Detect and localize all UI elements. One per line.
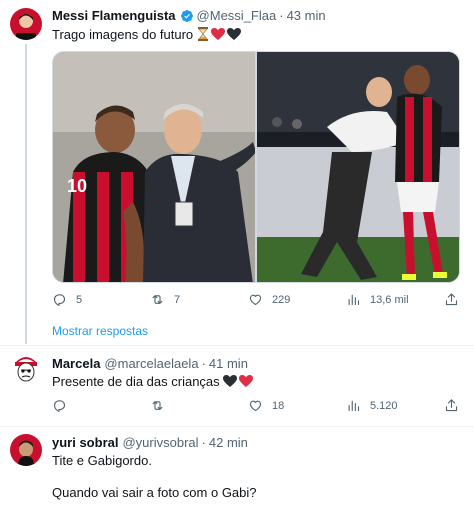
red-heart-emoji bbox=[210, 28, 225, 40]
views-count: 13,6 mil bbox=[370, 293, 409, 306]
share-icon bbox=[445, 399, 458, 412]
verified-badge-icon bbox=[180, 10, 193, 22]
like-icon bbox=[249, 400, 262, 412]
avatar[interactable] bbox=[10, 8, 42, 40]
share-icon bbox=[445, 293, 458, 306]
retweet-button[interactable]: 7 bbox=[150, 292, 180, 307]
timestamp[interactable]: 42 min bbox=[209, 435, 248, 451]
avatar[interactable] bbox=[10, 354, 42, 386]
photo-right-image bbox=[257, 52, 459, 282]
thread-line bbox=[25, 44, 27, 344]
tweet-text: Presente de dia das crianças bbox=[52, 374, 254, 392]
display-name[interactable]: Marcela bbox=[52, 356, 100, 372]
main-tweet[interactable]: Messi Flamenguista @Messi_Flaa · 43 min … bbox=[0, 0, 474, 345]
tweet-text-body: Trago imagens do futuro bbox=[52, 27, 194, 42]
views-count: 5.120 bbox=[370, 399, 398, 412]
tweet-text: Trago imagens do futuro bbox=[52, 27, 241, 45]
views-icon bbox=[348, 400, 360, 412]
reply-tweet[interactable]: Marcela @marcelaelaela · 41 min Presente… bbox=[0, 346, 474, 426]
retweet-icon bbox=[152, 295, 163, 304]
avatar-image bbox=[10, 354, 42, 386]
reply-icon bbox=[53, 400, 66, 412]
timestamp[interactable]: 43 min bbox=[287, 8, 326, 24]
black-heart-emoji bbox=[223, 375, 238, 387]
retweet-icon bbox=[152, 401, 163, 410]
timestamp[interactable]: 41 min bbox=[209, 356, 248, 372]
reply-icon bbox=[53, 294, 66, 306]
photo-right[interactable] bbox=[257, 52, 459, 282]
tweet-text-body: Presente de dia das crianças bbox=[52, 374, 220, 389]
handle[interactable]: @yurivsobral bbox=[122, 435, 198, 451]
like-count: 229 bbox=[272, 293, 291, 306]
tweet-emojis bbox=[223, 374, 254, 392]
avatar-image bbox=[10, 434, 42, 466]
like-button[interactable]: 229 bbox=[248, 292, 290, 307]
views-button[interactable]: 5.120 bbox=[346, 398, 398, 413]
tweet-emojis bbox=[197, 27, 241, 45]
reply-count: 5 bbox=[76, 293, 83, 306]
retweet-count: 7 bbox=[174, 293, 181, 306]
retweet-button[interactable] bbox=[150, 398, 174, 413]
like-count: 18 bbox=[272, 399, 285, 412]
hourglass-emoji bbox=[197, 27, 208, 41]
show-replies-link[interactable]: Mostrar respostas bbox=[52, 324, 148, 338]
black-heart-emoji bbox=[226, 28, 241, 40]
tweet-media[interactable]: 10 bbox=[52, 51, 460, 283]
views-icon bbox=[348, 294, 360, 306]
separator-dot: · bbox=[201, 356, 206, 371]
tweet-actions: 18 5.120 bbox=[52, 398, 462, 418]
share-button[interactable] bbox=[444, 398, 459, 413]
handle[interactable]: @Messi_Flaa bbox=[197, 8, 277, 24]
avatar[interactable] bbox=[10, 434, 42, 466]
tweet-text-line-1: Tite e Gabigordo. bbox=[52, 453, 152, 468]
handle[interactable]: @marcelaelaela bbox=[104, 356, 198, 372]
views-button[interactable]: 13,6 mil bbox=[346, 292, 409, 307]
tweet-text-line-2: Quando vai sair a foto com o Gabi? bbox=[52, 485, 257, 500]
reply-button[interactable] bbox=[52, 398, 76, 413]
photo-left-image: 10 bbox=[53, 52, 255, 282]
reply-tweet[interactable]: yuri sobral @yurivsobral · 42 min Tite e… bbox=[0, 427, 474, 507]
avatar-image bbox=[10, 8, 42, 40]
display-name[interactable]: yuri sobral bbox=[52, 435, 118, 451]
tweet-header: yuri sobral @yurivsobral · 42 min bbox=[52, 435, 248, 451]
photo-left[interactable]: 10 bbox=[53, 52, 255, 282]
svg-text:10: 10 bbox=[67, 176, 87, 196]
display-name[interactable]: Messi Flamenguista bbox=[52, 8, 176, 24]
tweet-actions: 5 7 229 13,6 mil bbox=[52, 292, 462, 312]
separator-dot: · bbox=[201, 435, 206, 450]
like-icon bbox=[249, 294, 262, 306]
tweet-header: Messi Flamenguista @Messi_Flaa · 43 min bbox=[52, 8, 326, 24]
tweet-header: Marcela @marcelaelaela · 41 min bbox=[52, 356, 248, 372]
separator-dot: · bbox=[279, 8, 284, 23]
red-heart-emoji bbox=[239, 375, 254, 387]
reply-button[interactable]: 5 bbox=[52, 292, 82, 307]
like-button[interactable]: 18 bbox=[248, 398, 284, 413]
share-button[interactable] bbox=[444, 292, 459, 307]
